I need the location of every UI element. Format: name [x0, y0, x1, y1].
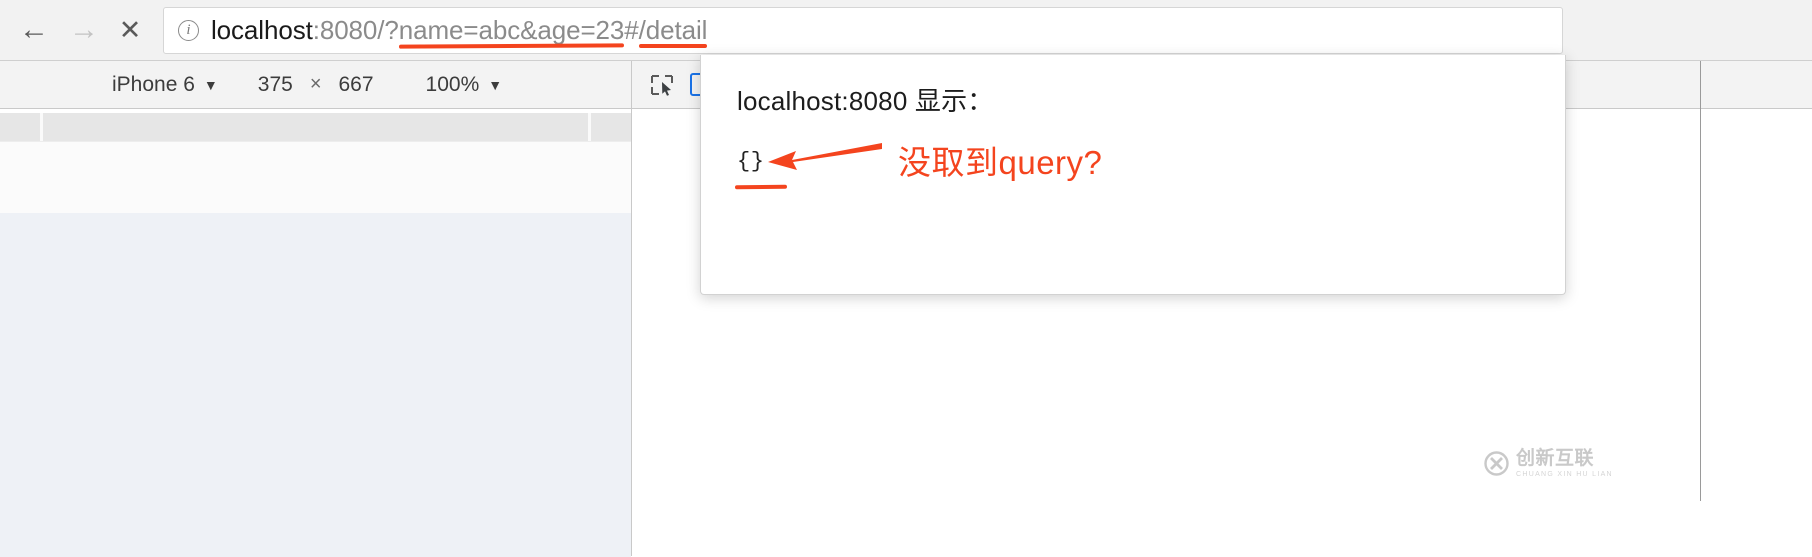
circle-x-logo-icon — [1484, 451, 1509, 476]
message-underline-annotation — [734, 184, 788, 190]
stop-loading-button[interactable]: ✕ — [108, 8, 152, 52]
watermark-texts: 创新互联 CHUANG XIN HU LIAN — [1516, 449, 1613, 478]
inspect-element-icon[interactable] — [650, 74, 674, 96]
dialog-title: localhost:8080 显示： — [737, 86, 994, 116]
url-port-path: :8080/? — [312, 15, 399, 45]
page-placeholder-bar — [0, 113, 631, 141]
dialog-message: {} — [737, 149, 765, 174]
url-fragment: /detail — [638, 15, 708, 48]
viewport-height-input[interactable]: 667 — [339, 73, 374, 97]
device-viewport — [0, 109, 631, 557]
page-bar-gap — [588, 113, 591, 141]
query-underline-annotation — [398, 43, 625, 49]
watermark-en: CHUANG XIN HU LIAN — [1516, 471, 1613, 478]
chevron-down-icon: ▼ — [203, 76, 218, 93]
javascript-alert-dialog: localhost:8080 显示： {} 确定 — [700, 55, 1566, 295]
device-name-label: iPhone 6 — [112, 72, 195, 96]
browser-toolbar: ← → ✕ i localhost:8080/?name=abc&age=23 #… — [0, 0, 1812, 61]
address-bar[interactable]: i localhost:8080/?name=abc&age=23 #/detai… — [163, 7, 1563, 54]
page-bar-gap — [40, 113, 43, 141]
devtools-icon-group — [632, 61, 709, 108]
watermark-cn: 创新互联 — [1516, 448, 1595, 469]
site-info-icon[interactable]: i — [178, 20, 199, 41]
back-button[interactable]: ← — [12, 8, 56, 52]
page-content — [0, 141, 631, 557]
fragment-underline-annotation — [638, 44, 708, 48]
url-query: name=abc&age=23 — [398, 15, 625, 49]
forward-button[interactable]: → — [62, 8, 106, 52]
url-hash: # — [624, 15, 639, 45]
devtools-right-divider — [1700, 61, 1701, 501]
dimension-separator-icon: × — [309, 73, 322, 95]
url-text: localhost:8080/?name=abc&age=23 #/detail — [211, 15, 708, 49]
annotation-text: 没取到query? — [898, 144, 1103, 181]
viewport-width-input[interactable]: 375 — [258, 73, 293, 97]
device-selector[interactable]: iPhone 6 ▼ — [112, 73, 218, 97]
chevron-down-icon: ▼ — [488, 76, 503, 93]
zoom-selector[interactable]: 100% ▼ — [426, 73, 503, 97]
zoom-label: 100% — [425, 72, 480, 96]
page-content-lower — [0, 213, 631, 557]
watermark: 创新互联 CHUANG XIN HU LIAN — [1484, 449, 1613, 478]
screenshot-root: ← → ✕ i localhost:8080/?name=abc&age=23 #… — [0, 0, 1812, 557]
url-host: localhost — [211, 15, 313, 45]
